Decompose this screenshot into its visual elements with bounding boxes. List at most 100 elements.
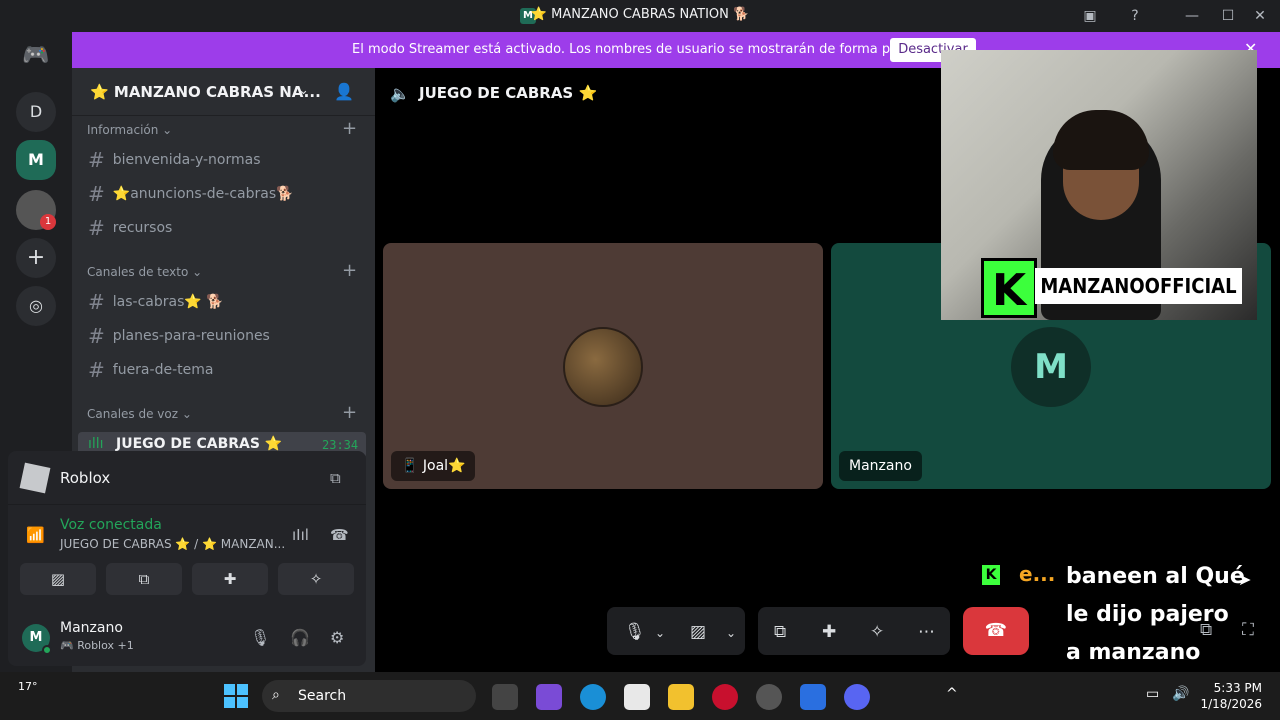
- stream-game-icon[interactable]: ⧉: [330, 469, 341, 487]
- voice-panel: Roblox ⧉ 📶 Voz conectada JUEGO DE CABRAS…: [8, 451, 366, 666]
- hash-icon: #: [88, 182, 105, 206]
- tray-chevron-icon[interactable]: ^: [946, 686, 958, 702]
- search-icon: ⌕: [272, 687, 280, 703]
- settings-gear-icon[interactable]: ⚙: [330, 628, 344, 647]
- server-name: ⭐ MANZANO CABRAS NA...: [90, 83, 321, 101]
- avatar: M: [1011, 327, 1091, 407]
- activity-name: Roblox: [60, 469, 111, 487]
- channel-logo-text: MANZANOOFFICIAL: [1035, 268, 1242, 304]
- noise-suppression-icon[interactable]: ıIıl: [292, 526, 309, 544]
- chevron-down-icon[interactable]: ⌄: [298, 83, 309, 98]
- opera-icon[interactable]: [712, 684, 738, 710]
- chat-line: le dijo pajero: [1066, 602, 1229, 627]
- channel-logo-icon: K: [981, 258, 1037, 318]
- start-menu-icon[interactable]: [224, 684, 248, 708]
- taskbar-search[interactable]: Search: [262, 680, 476, 712]
- notification-badge: 1: [40, 214, 56, 230]
- hang-up-button[interactable]: ☎: [963, 607, 1029, 655]
- taskbar: 17° Search ⌕ ^ ▭ 🔊 5:33 PM 1/18/2026: [0, 672, 1280, 720]
- streamer-hair: [1053, 110, 1149, 170]
- invite-icon[interactable]: 👤: [334, 82, 354, 101]
- discord-home-icon[interactable]: 🎮: [16, 36, 56, 76]
- user-panel: M Manzano 🎮 Roblox +1 🎙 🎧 ⚙: [8, 611, 366, 666]
- copilot-icon[interactable]: [536, 684, 562, 710]
- title-bar: M ⭐ MANZANO CABRAS NATION 🐕 ▣ ? — ☐ ✕: [0, 0, 1280, 32]
- server-header[interactable]: ⭐ MANZANO CABRAS NA... ⌄ 👤: [72, 68, 375, 116]
- headphones-icon[interactable]: 🎧: [290, 628, 310, 647]
- store-icon[interactable]: [624, 684, 650, 710]
- channel-item[interactable]: # planes-para-reuniones: [88, 324, 270, 348]
- online-status-dot: [42, 645, 52, 655]
- voice-timer: 23:34: [322, 438, 359, 452]
- chat-line: baneen al Qué: [1066, 564, 1245, 589]
- hash-icon: #: [88, 324, 105, 348]
- participant-tile[interactable]: 📱 Joal⭐: [383, 243, 823, 489]
- more-options-icon[interactable]: ⋯: [918, 622, 935, 642]
- close-window-button[interactable]: ✕: [1250, 6, 1270, 26]
- add-channel-icon[interactable]: +: [342, 402, 357, 423]
- hash-icon: #: [88, 148, 105, 172]
- microphone-icon[interactable]: 🎙: [624, 622, 646, 642]
- channel-item[interactable]: # recursos: [88, 216, 172, 240]
- soundboard-icon[interactable]: ✧: [870, 622, 884, 642]
- task-view-icon[interactable]: [492, 684, 518, 710]
- discord-taskbar-icon[interactable]: [844, 684, 870, 710]
- voice-channel-path[interactable]: JUEGO DE CABRAS ⭐ / ⭐ MANZAN...: [60, 537, 285, 551]
- share-screen-button[interactable]: ⧉: [106, 563, 182, 595]
- channel-item[interactable]: # fuera-de-tema: [88, 358, 213, 382]
- avatar: [563, 327, 643, 407]
- edge-icon[interactable]: [580, 684, 606, 710]
- disconnect-icon[interactable]: ☎: [330, 526, 349, 544]
- mouse-cursor-icon: ➤: [1238, 570, 1252, 589]
- server-dm-icon[interactable]: D: [16, 92, 56, 132]
- hash-icon: #: [88, 358, 105, 382]
- category-voice[interactable]: Canales de voz ⌄: [87, 407, 192, 421]
- maximize-button[interactable]: ☐: [1218, 6, 1238, 26]
- voice-wave-icon: ıllı: [88, 436, 104, 452]
- channel-item[interactable]: # las-cabras⭐ 🐕: [88, 290, 224, 314]
- server-manzano-icon[interactable]: M: [16, 140, 56, 180]
- network-icon[interactable]: ▭: [1146, 686, 1159, 702]
- channel-item[interactable]: # bienvenida-y-normas: [88, 148, 261, 172]
- category-text[interactable]: Canales de texto ⌄: [87, 265, 202, 279]
- activity-row[interactable]: Roblox ⧉: [8, 451, 366, 505]
- time: 5:33 PM: [1213, 681, 1262, 695]
- soundboard-button[interactable]: ✧: [278, 563, 354, 595]
- explore-icon[interactable]: ◎: [16, 286, 56, 326]
- webcam-overlay: K MANZANOOFFICIAL: [941, 50, 1257, 320]
- hash-icon: #: [88, 290, 105, 314]
- channel-item[interactable]: # ⭐anuncions-de-cabras🐕: [88, 182, 294, 206]
- obs-icon[interactable]: [756, 684, 782, 710]
- connection-icon[interactable]: 📶: [26, 526, 45, 544]
- add-channel-icon[interactable]: +: [342, 260, 357, 281]
- help-icon[interactable]: ?: [1125, 6, 1145, 26]
- hash-icon: #: [88, 216, 105, 240]
- participant-name: Manzano: [839, 451, 922, 481]
- activities-button[interactable]: ✚: [192, 563, 268, 595]
- inbox-icon[interactable]: ▣: [1080, 6, 1100, 26]
- file-explorer-icon[interactable]: [668, 684, 694, 710]
- call-title: JUEGO DE CABRAS ⭐: [419, 84, 598, 102]
- clock[interactable]: 5:33 PM 1/18/2026: [1200, 680, 1262, 712]
- voice-status[interactable]: Voz conectada: [60, 517, 162, 533]
- date: 1/18/2026: [1200, 697, 1262, 711]
- camera-off-button[interactable]: ▨: [20, 563, 96, 595]
- camera-off-icon[interactable]: ▨: [690, 622, 706, 642]
- add-channel-icon[interactable]: +: [342, 118, 357, 139]
- category-info[interactable]: Información ⌄: [87, 123, 172, 137]
- weather-widget[interactable]: 17°: [18, 680, 38, 693]
- share-screen-icon[interactable]: ⧉: [774, 622, 786, 642]
- chat-username: e...: [1019, 562, 1056, 586]
- chevron-down-icon[interactable]: ⌄: [655, 626, 665, 640]
- chat-line: a manzano: [1066, 640, 1201, 665]
- volume-icon[interactable]: 🔊: [1172, 686, 1189, 702]
- app-icon[interactable]: [800, 684, 826, 710]
- chevron-down-icon[interactable]: ⌄: [726, 626, 736, 640]
- add-server-icon[interactable]: +: [16, 238, 56, 278]
- microphone-icon[interactable]: 🎙: [250, 628, 270, 647]
- minimize-button[interactable]: —: [1182, 6, 1202, 26]
- speaker-icon: 🔈: [390, 84, 410, 103]
- user-activity: 🎮 Roblox +1: [60, 639, 134, 652]
- username[interactable]: Manzano: [60, 620, 123, 636]
- activities-icon[interactable]: ✚: [822, 622, 836, 642]
